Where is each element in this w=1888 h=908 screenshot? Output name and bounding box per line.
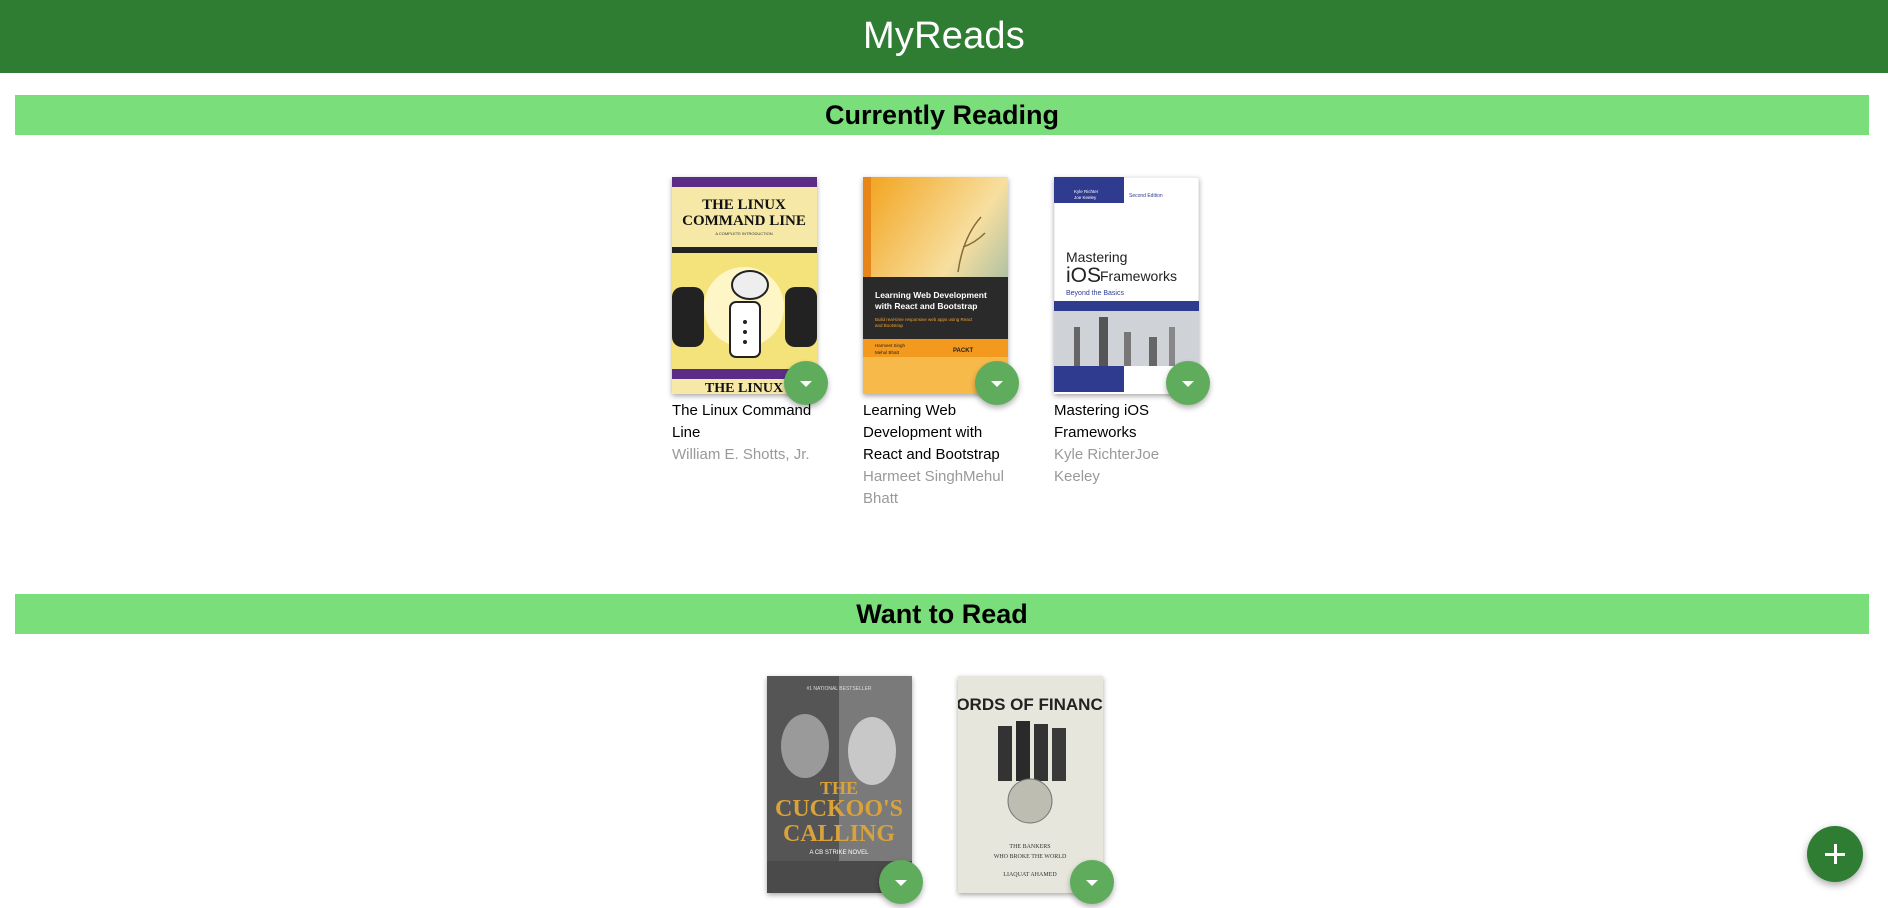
svg-text:THE LINUX: THE LINUX <box>705 381 783 394</box>
book-cover-art: #1 NATIONAL BESTSELLER THE CUCKOO'S CALL… <box>767 676 912 893</box>
svg-text:A CB STRIKE NOVEL: A CB STRIKE NOVEL <box>809 850 869 856</box>
svg-text:and Bootstrap: and Bootstrap <box>875 323 904 328</box>
book-authors: Kyle RichterJoe Keeley <box>1054 446 1160 485</box>
linux-command-line-cover[interactable]: THE LINUX COMMAND LINE A COMPLETE INTROD… <box>672 177 817 394</box>
shelf-title: Currently Reading <box>824 99 1060 130</box>
svg-text:THE: THE <box>820 778 858 798</box>
svg-text:Mastering: Mastering <box>1066 249 1127 265</box>
svg-text:Beyond the Basics: Beyond the Basics <box>1066 290 1124 297</box>
app-title: MyReads <box>863 15 1025 57</box>
book-title: Learning Web Development with React and … <box>863 402 1000 463</box>
book-title: Mastering iOS Frameworks <box>1054 402 1150 441</box>
svg-text:Frameworks: Frameworks <box>1100 268 1177 284</box>
shelf-changer-button[interactable] <box>975 361 1019 405</box>
app-header: MyReads <box>0 0 1888 73</box>
svg-text:LIAQUAT AHAMED: LIAQUAT AHAMED <box>1003 872 1057 878</box>
shelf-title-bar: Currently Reading <box>15 95 1869 135</box>
svg-text:Harmeet Singh: Harmeet Singh <box>875 343 906 348</box>
chevron-down-icon <box>1182 381 1194 387</box>
svg-text:#1 NATIONAL BESTSELLER: #1 NATIONAL BESTSELLER <box>806 686 871 692</box>
svg-text:Kyle Richter: Kyle Richter <box>1074 189 1099 194</box>
svg-text:LORDS OF FINANCE: LORDS OF FINANCE <box>958 695 1103 714</box>
svg-text:Build real-time responsive web: Build real-time responsive web apps usin… <box>875 317 973 322</box>
shelf-title-bar: Want to Read <box>15 594 1869 634</box>
book-info: Mastering iOS Frameworks Kyle RichterJoe… <box>1054 400 1204 488</box>
svg-text:iOS: iOS <box>1066 264 1101 287</box>
chevron-down-icon <box>800 381 812 387</box>
shelf-changer-button[interactable] <box>784 361 828 405</box>
svg-text:A COMPLETE INTRODUCTION: A COMPLETE INTRODUCTION <box>715 231 772 236</box>
ios-frameworks-cover[interactable]: Kyle Richter Joe Keeley Second Edition M… <box>1054 177 1199 394</box>
svg-text:THE LINUX: THE LINUX <box>702 197 786 213</box>
book-cover-art: Learning Web Development with React and … <box>863 177 1008 394</box>
svg-text:PACKT: PACKT <box>953 348 974 354</box>
svg-text:CALLING: CALLING <box>783 821 895 847</box>
chevron-down-icon <box>1086 880 1098 886</box>
shelf-changer-button[interactable] <box>1166 361 1210 405</box>
book-cover-art: THE LINUX COMMAND LINE A COMPLETE INTROD… <box>672 177 817 394</box>
chevron-down-icon <box>991 381 1003 387</box>
book-authors: William E. Shotts, Jr. <box>672 446 810 463</box>
lords-of-finance-cover[interactable]: LORDS OF FINANCE THE BANKERS WHO BROKE T… <box>958 676 1103 893</box>
svg-text:COMMAND LINE: COMMAND LINE <box>682 213 806 229</box>
plus-icon <box>1833 844 1837 864</box>
book-cover-art: LORDS OF FINANCE THE BANKERS WHO BROKE T… <box>958 676 1103 893</box>
book-info: Learning Web Development with React and … <box>863 400 1013 510</box>
svg-text:Learning Web Development: Learning Web Development <box>875 290 987 300</box>
book-cover-art: Kyle Richter Joe Keeley Second Edition M… <box>1054 177 1199 394</box>
book-info: The Linux Command Line William E. Shotts… <box>672 400 822 466</box>
add-book-button[interactable] <box>1807 826 1863 882</box>
svg-text:Joe Keeley: Joe Keeley <box>1074 195 1097 200</box>
svg-text:WHO BROKE THE WORLD: WHO BROKE THE WORLD <box>994 854 1067 860</box>
shelf-title: Want to Read <box>856 598 1028 629</box>
chevron-down-icon <box>895 880 907 886</box>
svg-text:Second Edition: Second Edition <box>1129 193 1163 199</box>
book-authors: Harmeet SinghMehul Bhatt <box>863 468 1004 507</box>
svg-text:CUCKOO'S: CUCKOO'S <box>775 796 903 822</box>
shelf-changer-button[interactable] <box>879 860 923 904</box>
svg-text:Mehul Bhatt: Mehul Bhatt <box>875 350 900 355</box>
shelf-changer-button[interactable] <box>1070 860 1114 904</box>
svg-text:with React and Bootstrap: with React and Bootstrap <box>874 301 977 311</box>
cuckoos-calling-cover[interactable]: #1 NATIONAL BESTSELLER THE CUCKOO'S CALL… <box>767 676 912 893</box>
svg-text:THE BANKERS: THE BANKERS <box>1009 844 1050 850</box>
react-bootstrap-cover[interactable]: Learning Web Development with React and … <box>863 177 1008 394</box>
book-title: The Linux Command Line <box>672 402 812 441</box>
